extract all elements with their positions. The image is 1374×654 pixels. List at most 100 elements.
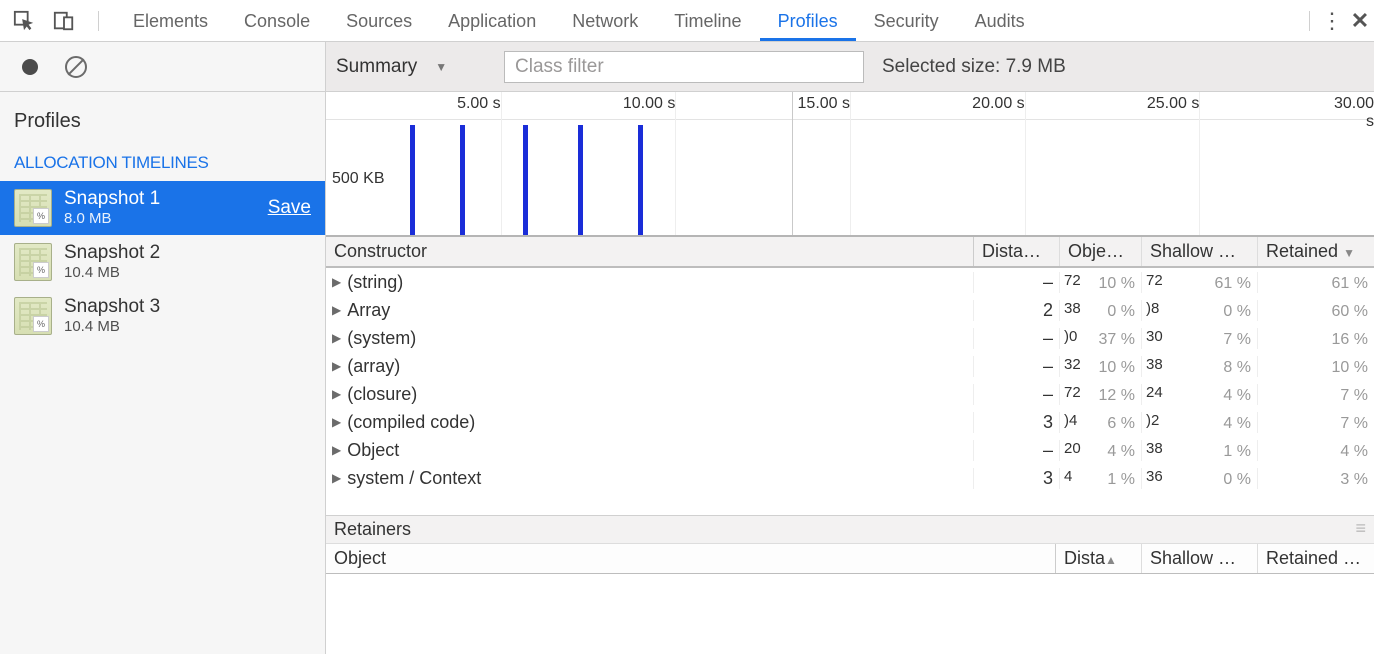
cell-shallow: 4 %24	[1142, 384, 1258, 405]
cell-shallow: 0 %)8	[1142, 300, 1258, 321]
tab-profiles[interactable]: Profiles	[760, 1, 856, 41]
expand-triangle-icon[interactable]: ▶	[332, 275, 341, 289]
cell-retained: 7 %	[1258, 384, 1374, 405]
hamburger-icon[interactable]: ≡	[1355, 519, 1366, 540]
tab-console[interactable]: Console	[226, 1, 328, 41]
snapshot-icon: %	[14, 189, 52, 227]
cell-retained: 4 %	[1258, 440, 1374, 461]
tab-sources[interactable]: Sources	[328, 1, 430, 41]
separator	[98, 11, 99, 31]
expand-triangle-icon[interactable]: ▶	[332, 443, 341, 457]
cell-retained: 16 %	[1258, 328, 1374, 349]
profile-toolbar: Summary ▼ Selected size: 7.9 MB	[326, 42, 1374, 92]
col-retained-label: Retained	[1266, 241, 1338, 261]
retainers-body	[326, 574, 1374, 654]
tab-security[interactable]: Security	[856, 1, 957, 41]
cell-distance: –	[974, 328, 1060, 349]
col-objects[interactable]: Objec…	[1060, 237, 1142, 266]
col-distance[interactable]: Distan…	[974, 237, 1060, 266]
expand-triangle-icon[interactable]: ▶	[332, 415, 341, 429]
snapshot-title: Snapshot 2	[64, 243, 311, 264]
constructor-name: Object	[347, 440, 399, 461]
heap-table-body: ▶ (string) – 10 %72 61 %72 61 % ▶Array 2 …	[326, 268, 1374, 516]
record-button[interactable]	[16, 53, 44, 81]
close-icon[interactable]: ✕	[1346, 7, 1374, 35]
clear-button[interactable]	[62, 53, 90, 81]
sidebar-toolbar	[0, 42, 325, 92]
time-tick: 20.00 s	[972, 95, 1024, 113]
col-shallow[interactable]: Shallow …	[1142, 237, 1258, 266]
perspective-select[interactable]: Summary ▼	[336, 56, 486, 78]
rcol-shallow[interactable]: Shallow …	[1142, 544, 1258, 573]
cell-retained: 10 %	[1258, 356, 1374, 377]
constructor-name: (string)	[347, 272, 403, 293]
cell-shallow: 0 %36	[1142, 468, 1258, 489]
snapshot-save-link[interactable]: Save	[268, 197, 311, 219]
tab-elements[interactable]: Elements	[115, 1, 226, 41]
cell-retained: 7 %	[1258, 412, 1374, 433]
expand-triangle-icon[interactable]: ▶	[332, 387, 341, 401]
retainers-columns: Object Dista▲ Shallow … Retained …	[326, 544, 1374, 574]
cell-objects: 37 %)0	[1060, 328, 1142, 349]
rcol-object[interactable]: Object	[326, 544, 1056, 573]
col-retained[interactable]: Retained ▼	[1258, 237, 1374, 266]
perspective-label: Summary	[336, 56, 417, 78]
allocation-bar	[638, 125, 643, 235]
cell-distance: –	[974, 384, 1060, 405]
cell-distance: 2	[974, 300, 1060, 321]
table-row[interactable]: ▶(array) – 10 %32 8 %38 10 %	[326, 352, 1374, 380]
allocation-bar	[410, 125, 415, 235]
rcol-distance[interactable]: Dista▲	[1056, 544, 1142, 573]
snapshot-1[interactable]: % Snapshot 1 8.0 MB Save	[0, 181, 325, 235]
kebab-menu-icon[interactable]: ⋮	[1318, 7, 1346, 35]
tab-timeline[interactable]: Timeline	[656, 1, 759, 41]
cell-retained: 3 %	[1258, 468, 1374, 489]
inspect-element-icon[interactable]	[10, 7, 38, 35]
device-toggle-icon[interactable]	[50, 7, 78, 35]
tab-audits[interactable]: Audits	[957, 1, 1043, 41]
cell-objects: 1 %4	[1060, 468, 1142, 489]
time-tick: 10.00 s	[623, 95, 675, 113]
cell-retained: 60 %	[1258, 300, 1374, 321]
table-row[interactable]: ▶(system) – 37 %)0 7 %30 16 %	[326, 324, 1374, 352]
profiles-heading: Profiles	[0, 92, 325, 137]
expand-triangle-icon[interactable]: ▶	[332, 359, 341, 373]
table-row[interactable]: ▶Array 2 0 %38 0 %)8 60 %	[326, 296, 1374, 324]
table-row[interactable]: ▶system / Context 3 1 %4 0 %36 3 %	[326, 464, 1374, 492]
table-row[interactable]: ▶ (string) – 10 %72 61 %72 61 %	[326, 268, 1374, 296]
cell-shallow: 7 %30	[1142, 328, 1258, 349]
snapshot-title: Snapshot 3	[64, 297, 311, 318]
rcol-distance-label: Dista	[1064, 548, 1105, 568]
snapshot-icon: %	[14, 243, 52, 281]
devtools-tab-bar: ElementsConsoleSourcesApplicationNetwork…	[0, 0, 1374, 42]
cell-retained: 61 %	[1258, 272, 1374, 293]
expand-triangle-icon[interactable]: ▶	[332, 303, 341, 317]
col-constructor[interactable]: Constructor	[326, 237, 974, 266]
class-filter-input[interactable]	[504, 51, 864, 83]
table-row[interactable]: ▶(closure) – 12 %72 4 %24 7 %	[326, 380, 1374, 408]
rcol-retained[interactable]: Retained …	[1258, 544, 1374, 573]
snapshot-2[interactable]: % Snapshot 2 10.4 MB	[0, 235, 325, 289]
tab-network[interactable]: Network	[554, 1, 656, 41]
expand-triangle-icon[interactable]: ▶	[332, 331, 341, 345]
cell-objects: 12 %72	[1060, 384, 1142, 405]
allocation-timeline[interactable]: 5.00 s10.00 s15.00 s20.00 s25.00 s30.00 …	[326, 92, 1374, 237]
snapshot-size: 10.4 MB	[64, 318, 311, 335]
table-row[interactable]: ▶(compiled code) 3 6 %)4 4 %)2 7 %	[326, 408, 1374, 436]
cell-distance: 3	[974, 412, 1060, 433]
separator	[1309, 11, 1310, 31]
snapshot-3[interactable]: % Snapshot 3 10.4 MB	[0, 289, 325, 343]
chevron-down-icon: ▼	[435, 60, 447, 74]
allocation-bar	[460, 125, 465, 235]
time-ruler: 5.00 s10.00 s15.00 s20.00 s25.00 s30.00 …	[326, 92, 1374, 120]
cell-shallow: 61 %72	[1142, 272, 1258, 293]
cell-objects: 10 %72	[1060, 272, 1142, 293]
table-row[interactable]: ▶Object – 4 %20 1 %38 4 %	[326, 436, 1374, 464]
cell-shallow: 4 %)2	[1142, 412, 1258, 433]
cell-distance: –	[974, 272, 1060, 293]
heap-table-header: Constructor Distan… Objec… Shallow … Ret…	[326, 237, 1374, 268]
constructor-name: (array)	[347, 356, 400, 377]
tab-application[interactable]: Application	[430, 1, 554, 41]
snapshot-size: 8.0 MB	[64, 210, 256, 227]
expand-triangle-icon[interactable]: ▶	[332, 471, 341, 485]
